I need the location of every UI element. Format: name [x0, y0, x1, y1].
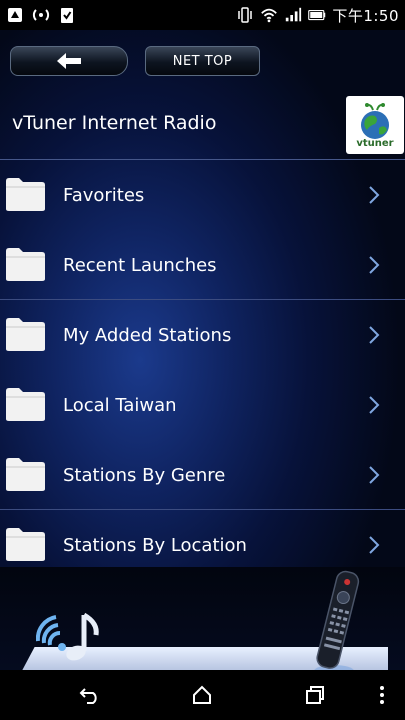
- menu-item-my-added-stations[interactable]: My Added Stations: [0, 300, 405, 370]
- folder-icon: [6, 318, 45, 351]
- menu-list: Favorites Recent Launches My Added Stati…: [0, 160, 405, 580]
- back-button[interactable]: [10, 46, 128, 76]
- chevron-right-icon: [369, 466, 380, 484]
- back-arrow-icon: [57, 53, 81, 69]
- header: vTuner Internet Radio vtuner: [0, 92, 405, 158]
- signal-icon: [6, 6, 24, 24]
- menu-item-label: Local Taiwan: [63, 394, 177, 416]
- chevron-right-icon: [369, 536, 380, 554]
- status-time: 下午1:50: [332, 6, 399, 25]
- menu-item-label: My Added Stations: [63, 324, 232, 346]
- footer-dock: [0, 567, 405, 670]
- vibrate-icon: [236, 6, 254, 24]
- menu-item-label: Recent Launches: [63, 254, 217, 276]
- top-toolbar: NET TOP: [0, 30, 405, 92]
- wifi-icon: [260, 6, 278, 24]
- net-top-button[interactable]: NET TOP: [145, 46, 260, 76]
- back-nav-icon[interactable]: [78, 683, 102, 707]
- app-screen: NET TOP vTuner Internet Radio vtuner Fav…: [0, 30, 405, 670]
- logo-text: vtuner: [356, 137, 394, 149]
- menu-item-recent-launches[interactable]: Recent Launches: [0, 230, 405, 300]
- battery-icon: [308, 6, 326, 24]
- cell-signal-icon: [284, 6, 302, 24]
- globe-logo-icon: [361, 102, 389, 139]
- chevron-right-icon: [369, 396, 380, 414]
- vtuner-logo: vtuner: [346, 96, 404, 154]
- music-wifi-icon[interactable]: [36, 609, 108, 667]
- home-nav-icon[interactable]: [190, 683, 214, 707]
- menu-item-stations-by-genre[interactable]: Stations By Genre: [0, 440, 405, 510]
- clipboard-check-icon: [58, 6, 76, 24]
- menu-item-label: Stations By Genre: [63, 464, 226, 486]
- folder-icon: [6, 178, 45, 211]
- folder-icon: [6, 528, 45, 561]
- system-nav-bar: [0, 670, 405, 720]
- folder-icon: [6, 248, 45, 281]
- wifi-hotspot-icon: [32, 6, 50, 24]
- menu-item-label: Favorites: [63, 184, 145, 206]
- recents-nav-icon[interactable]: [303, 683, 327, 707]
- menu-item-local-taiwan[interactable]: Local Taiwan: [0, 370, 405, 440]
- remote-control-icon[interactable]: [310, 567, 366, 670]
- page-title: vTuner Internet Radio: [12, 112, 217, 134]
- chevron-right-icon: [369, 326, 380, 344]
- chevron-right-icon: [369, 186, 380, 204]
- folder-icon: [6, 388, 45, 421]
- overflow-menu-icon[interactable]: [370, 683, 394, 707]
- folder-icon: [6, 458, 45, 491]
- menu-item-favorites[interactable]: Favorites: [0, 160, 405, 230]
- chevron-right-icon: [369, 256, 380, 274]
- menu-item-label: Stations By Location: [63, 534, 247, 556]
- status-bar: 下午1:50: [0, 0, 405, 30]
